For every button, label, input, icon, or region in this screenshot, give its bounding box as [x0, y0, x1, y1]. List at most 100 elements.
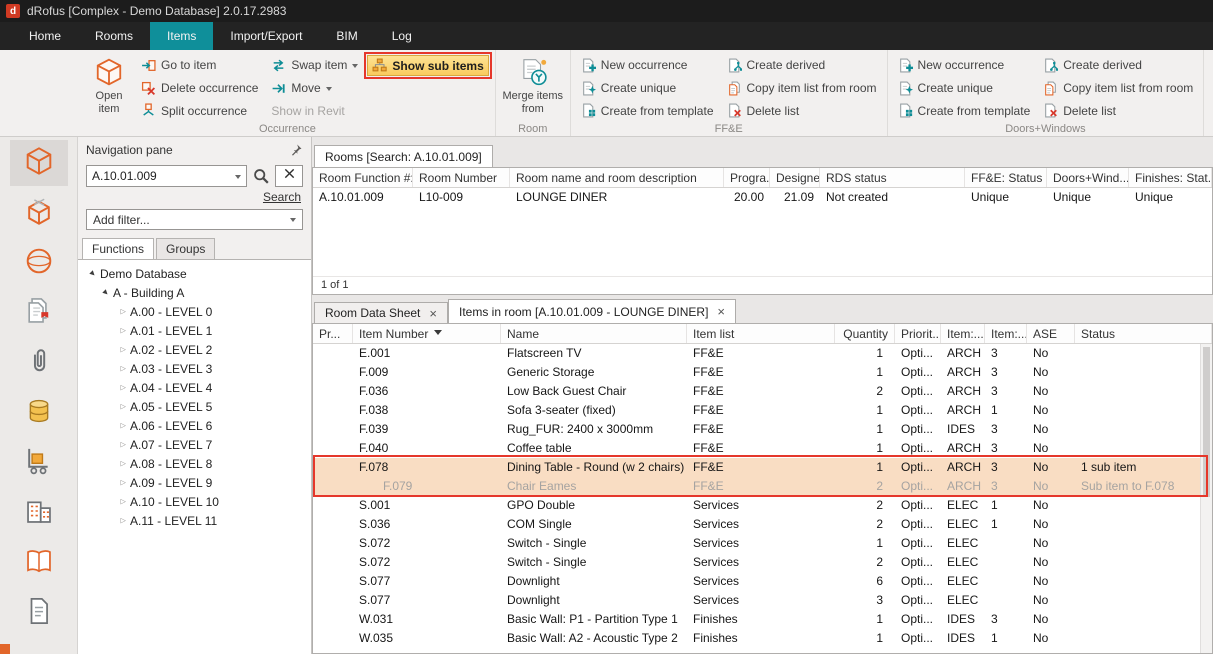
- item-row[interactable]: F.009 Generic Storage FF&E 1 Opti... ARC…: [313, 363, 1212, 382]
- column-header[interactable]: Priorit...: [895, 324, 941, 343]
- column-header[interactable]: Status: [1075, 324, 1212, 343]
- close-tab-icon[interactable]: [429, 307, 437, 320]
- sidebar-item-products[interactable]: [10, 240, 68, 286]
- search-link[interactable]: Search: [263, 190, 301, 204]
- item-row[interactable]: S.001 GPO Double Services 2 Opti... ELEC…: [313, 496, 1212, 515]
- column-header[interactable]: Item Number: [353, 324, 501, 343]
- column-header[interactable]: ASE: [1027, 324, 1075, 343]
- ffe-delete-list-button[interactable]: Delete list: [723, 100, 881, 121]
- tree-item[interactable]: A.02 - LEVEL 2: [78, 340, 311, 359]
- item-row[interactable]: F.039 Rug_FUR: 2400 x 3000mm FF&E 1 Opti…: [313, 420, 1212, 439]
- tree-expander-icon[interactable]: [116, 402, 130, 411]
- tree-item[interactable]: A.01 - LEVEL 1: [78, 321, 311, 340]
- dw-create-derived-button[interactable]: Create derived: [1039, 55, 1197, 76]
- ffe-create-derived-button[interactable]: Create derived: [723, 55, 881, 76]
- tree-item[interactable]: A.03 - LEVEL 3: [78, 359, 311, 378]
- sidebar-item-reports[interactable]: [10, 590, 68, 636]
- menu-tab[interactable]: Import/Export: [213, 22, 319, 50]
- item-row[interactable]: F.078 Dining Table - Round (w 2 chairs) …: [313, 458, 1212, 477]
- document-tab[interactable]: Room Data Sheet: [314, 302, 448, 323]
- item-row[interactable]: S.077 Downlight Services 6 Opti... ELEC …: [313, 572, 1212, 591]
- search-icon[interactable]: [252, 167, 270, 185]
- menu-tab[interactable]: Items: [150, 22, 213, 50]
- menu-tab[interactable]: BIM: [319, 22, 374, 50]
- item-row[interactable]: E.001 Flatscreen TV FF&E 1 Opti... ARCH …: [313, 344, 1212, 363]
- column-header[interactable]: Item:...: [985, 324, 1027, 343]
- dw-create-from-template-button[interactable]: Create from template: [894, 100, 1035, 121]
- item-row[interactable]: S.077 Downlight Services 3 Opti... ELEC …: [313, 591, 1212, 610]
- column-header[interactable]: FF&E: Status: [965, 168, 1047, 187]
- column-header[interactable]: Item list: [687, 324, 835, 343]
- column-header[interactable]: Doors+Wind...: [1047, 168, 1129, 187]
- tree-item[interactable]: A.00 - LEVEL 0: [78, 302, 311, 321]
- merge-items-from-button[interactable]: Merge items from: [502, 55, 564, 121]
- dw-new-occurrence-button[interactable]: New occurrence: [894, 55, 1035, 76]
- item-row[interactable]: F.079 Chair Eames FF&E 2 Opti... ARCH 3 …: [313, 477, 1212, 496]
- tree-expander-icon[interactable]: [116, 497, 130, 506]
- menu-tab[interactable]: Rooms: [78, 22, 150, 50]
- item-row[interactable]: S.072 Switch - Single Services 1 Opti...…: [313, 534, 1212, 553]
- item-row[interactable]: F.040 Coffee table FF&E 1 Opti... ARCH 3…: [313, 439, 1212, 458]
- column-header[interactable]: Pr...: [313, 324, 353, 343]
- ffe-create-unique-button[interactable]: Create unique: [577, 78, 718, 99]
- column-header[interactable]: Designe...: [770, 168, 820, 187]
- close-tab-icon[interactable]: [717, 305, 725, 318]
- room-row[interactable]: A.10.01.009 L10-009 LOUNGE DINER 20.00 2…: [313, 188, 1212, 207]
- dw-delete-list-button[interactable]: Delete list: [1039, 100, 1197, 121]
- document-tab[interactable]: Items in room [A.10.01.009 - LOUNGE DINE…: [448, 299, 736, 323]
- sidebar-item-attachments[interactable]: [10, 340, 68, 386]
- open-item-button[interactable]: Open item: [86, 55, 132, 121]
- tree-item[interactable]: A - Building A: [78, 283, 311, 302]
- tree-expander-icon[interactable]: [86, 269, 100, 278]
- sidebar-item-finance[interactable]: [10, 390, 68, 436]
- tree-expander-icon[interactable]: [99, 288, 113, 297]
- vertical-scrollbar[interactable]: [1200, 344, 1212, 653]
- search-input[interactable]: [92, 169, 235, 183]
- tree-expander-icon[interactable]: [116, 478, 130, 487]
- show-sub-items-button[interactable]: Show sub items: [367, 55, 488, 76]
- item-row[interactable]: W.031 Basic Wall: P1 - Partition Type 1 …: [313, 610, 1212, 629]
- tree-expander-icon[interactable]: [116, 326, 130, 335]
- go-to-item-button[interactable]: Go to item: [137, 55, 262, 76]
- sidebar-item-logistics[interactable]: [10, 440, 68, 486]
- menu-tab[interactable]: Log: [375, 22, 429, 50]
- tree-expander-icon[interactable]: [116, 459, 130, 468]
- split-occurrence-button[interactable]: Split occurrence: [137, 100, 262, 121]
- tree-item[interactable]: Demo Database: [78, 264, 311, 283]
- tree-expander-icon[interactable]: [116, 345, 130, 354]
- swap-item-button[interactable]: Swap item: [267, 55, 362, 76]
- menu-tab[interactable]: Home: [12, 22, 78, 50]
- navigation-tab[interactable]: Functions: [82, 238, 154, 259]
- move-button[interactable]: Move: [267, 78, 362, 99]
- tree-item[interactable]: A.11 - LEVEL 11: [78, 511, 311, 530]
- column-header[interactable]: Quantity: [835, 324, 895, 343]
- add-filter-dropdown[interactable]: Add filter...: [86, 209, 303, 230]
- tree-expander-icon[interactable]: [116, 440, 130, 449]
- column-header[interactable]: Room Function #:: [313, 168, 413, 187]
- item-row[interactable]: S.036 COM Single Services 2 Opti... ELEC…: [313, 515, 1212, 534]
- sidebar-item-occurrences[interactable]: [10, 190, 68, 236]
- tree-expander-icon[interactable]: [116, 383, 130, 392]
- scrollbar-thumb[interactable]: [1203, 347, 1210, 497]
- item-row[interactable]: W.035 Basic Wall: A2 - Acoustic Type 2 F…: [313, 629, 1212, 648]
- ffe-copy-item-list-button[interactable]: Copy item list from room: [723, 78, 881, 99]
- sidebar-item-templates[interactable]: [10, 290, 68, 336]
- pin-icon[interactable]: [289, 143, 303, 157]
- search-combo[interactable]: [86, 165, 247, 187]
- tree-item[interactable]: A.04 - LEVEL 4: [78, 378, 311, 397]
- tree-expander-icon[interactable]: [116, 307, 130, 316]
- chevron-down-icon[interactable]: [235, 175, 241, 182]
- show-in-revit-button[interactable]: Show in Revit: [267, 100, 362, 121]
- ffe-new-occurrence-button[interactable]: New occurrence: [577, 55, 718, 76]
- tree-expander-icon[interactable]: [116, 364, 130, 373]
- item-row[interactable]: F.038 Sofa 3-seater (fixed) FF&E 1 Opti.…: [313, 401, 1212, 420]
- dw-create-unique-button[interactable]: Create unique: [894, 78, 1035, 99]
- rooms-tab[interactable]: Rooms [Search: A.10.01.009]: [314, 145, 493, 167]
- tree-item[interactable]: A.05 - LEVEL 5: [78, 397, 311, 416]
- column-header[interactable]: Finishes: Stat...: [1129, 168, 1212, 187]
- item-row[interactable]: S.072 Switch - Single Services 2 Opti...…: [313, 553, 1212, 572]
- tree-item[interactable]: A.08 - LEVEL 8: [78, 454, 311, 473]
- column-header[interactable]: Name: [501, 324, 687, 343]
- sidebar-item-buildings[interactable]: [10, 490, 68, 536]
- dw-copy-item-list-button[interactable]: Copy item list from room: [1039, 78, 1197, 99]
